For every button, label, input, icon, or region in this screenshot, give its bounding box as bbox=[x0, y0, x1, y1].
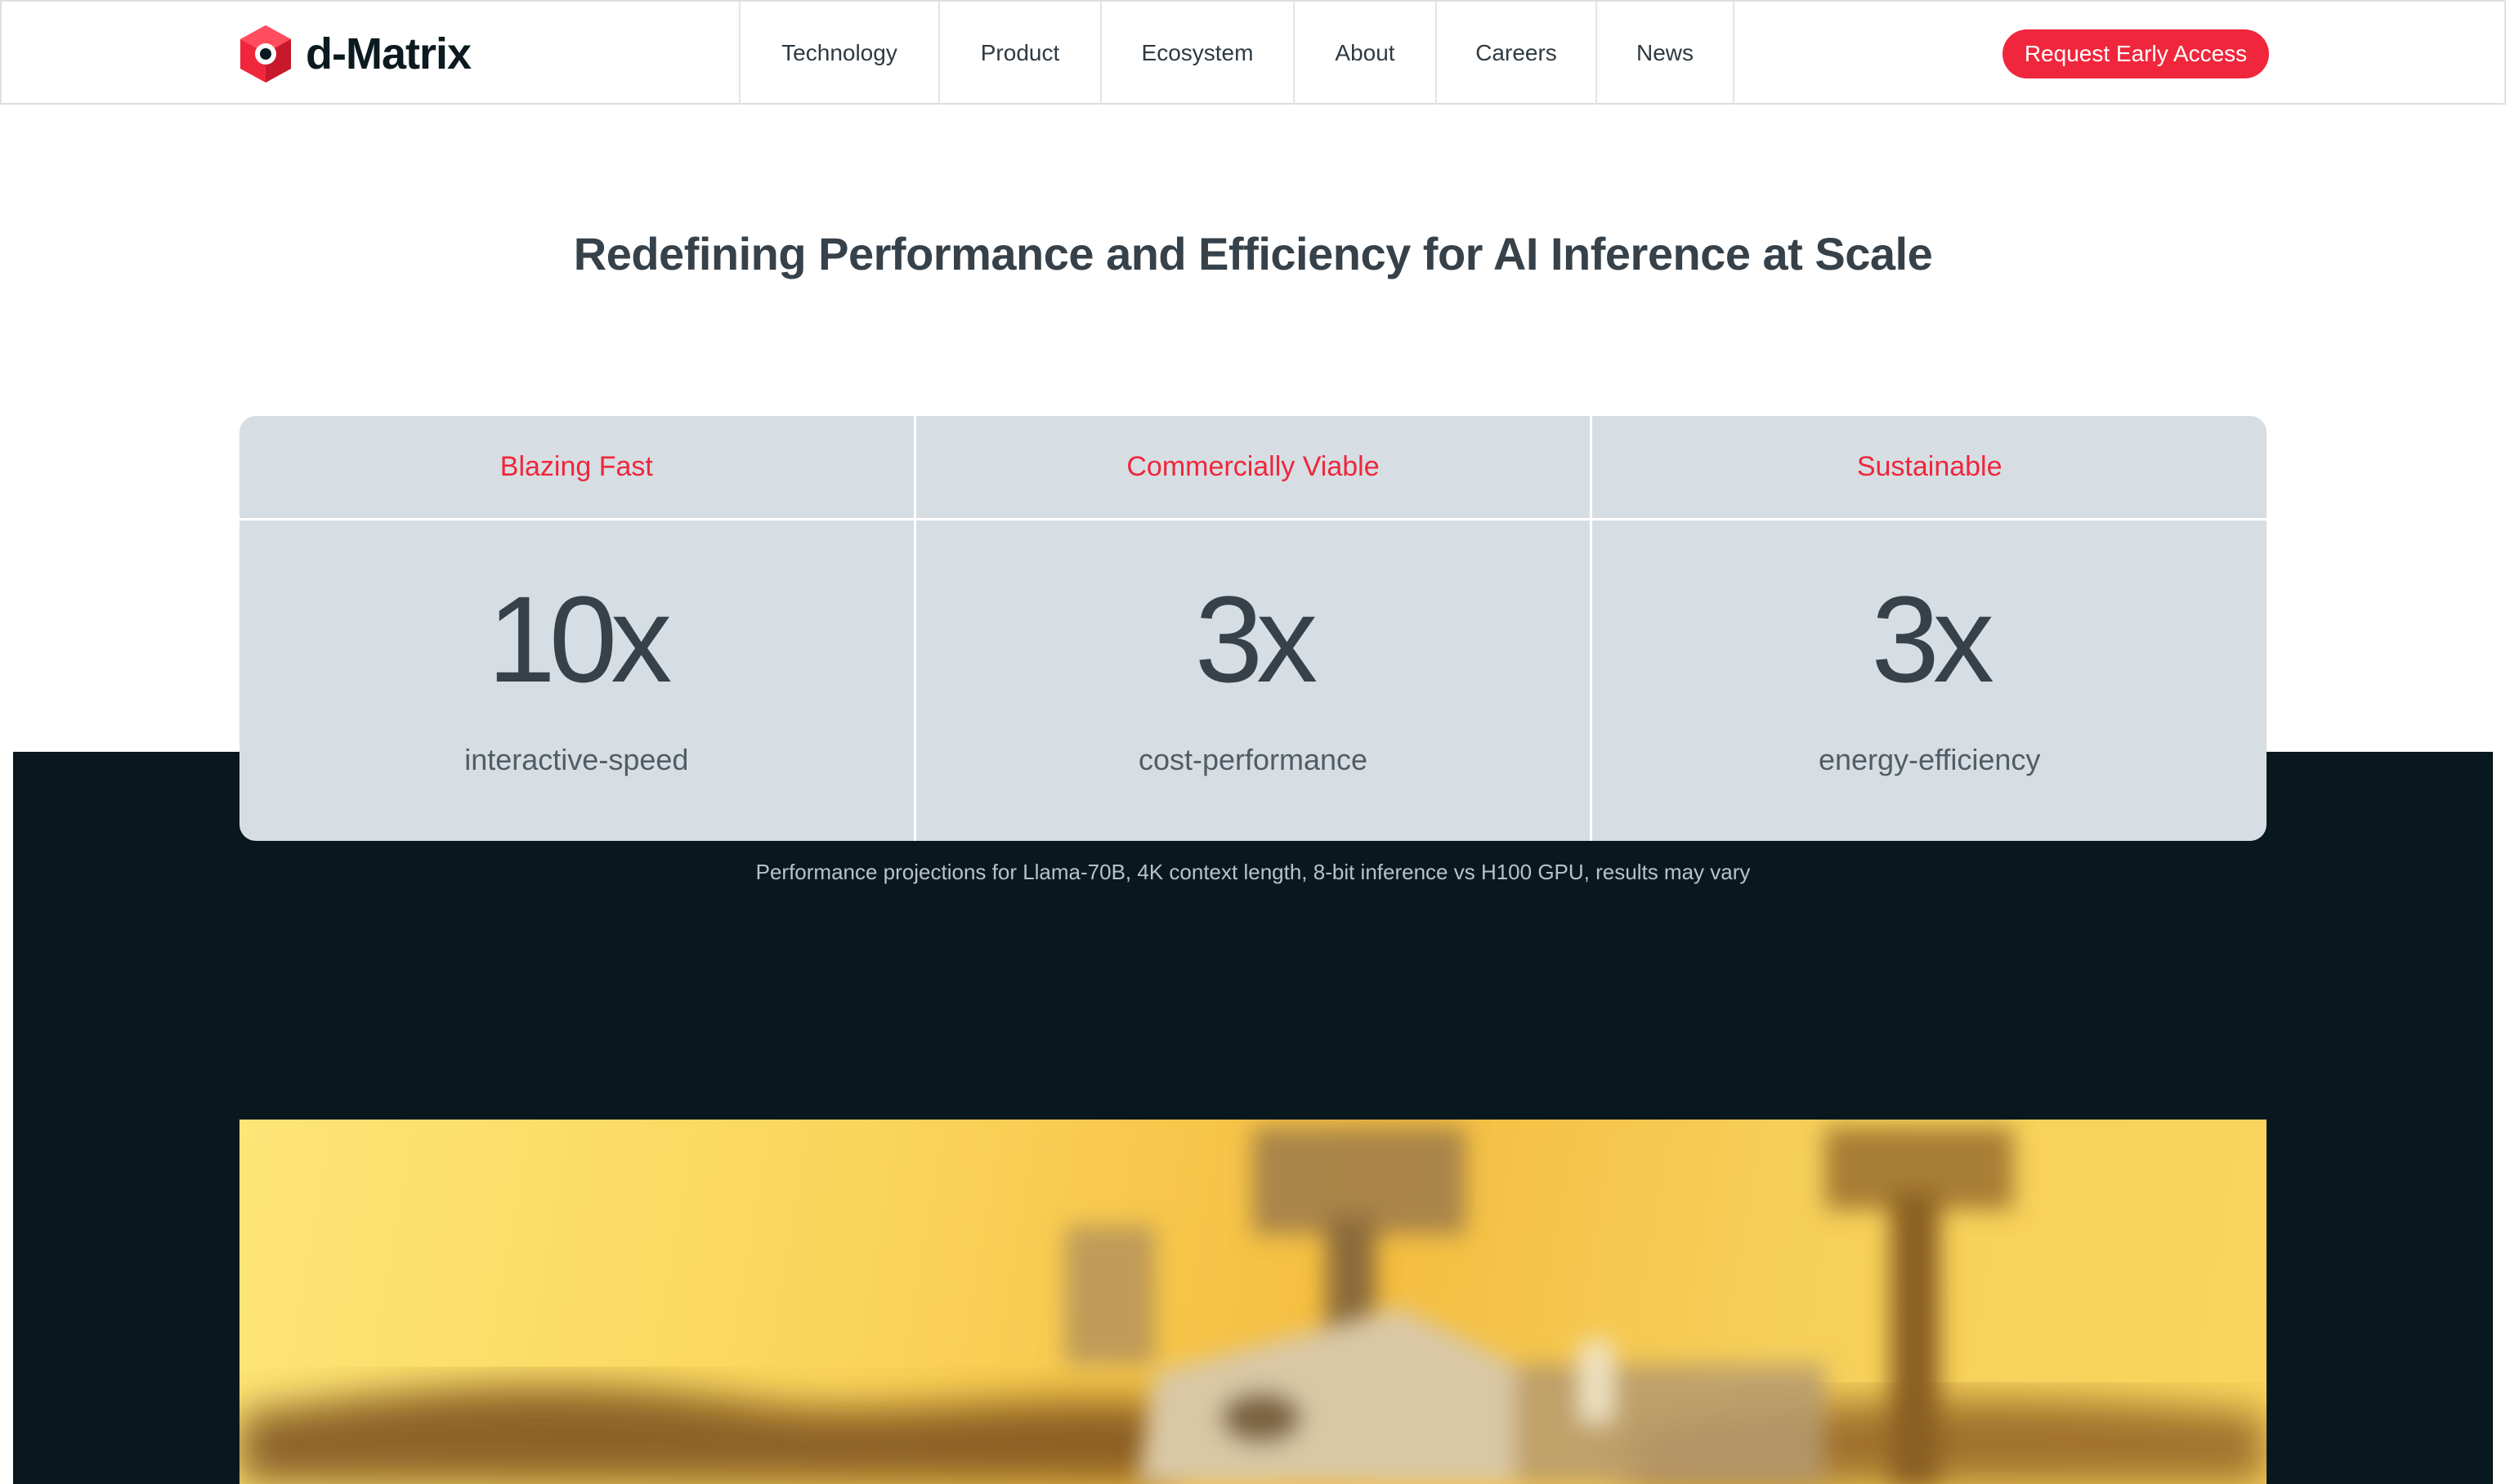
page-headline: Redefining Performance and Efficiency fo… bbox=[573, 228, 1933, 279]
request-early-access-button[interactable]: Request Early Access bbox=[2003, 29, 2269, 78]
stat-value: 3x bbox=[1871, 570, 1994, 708]
site-header: d-Matrix Technology Product Ecosystem Ab… bbox=[0, 0, 2506, 105]
brand-logo[interactable]: d-Matrix bbox=[239, 23, 472, 85]
main-nav: Technology Product Ecosystem About Caree… bbox=[739, 2, 1734, 105]
stat-heading: Sustainable bbox=[1592, 416, 2267, 521]
performance-footnote: Performance projections for Llama-70B, 4… bbox=[755, 860, 1751, 884]
stat-value: 10x bbox=[487, 570, 672, 708]
nav-about[interactable]: About bbox=[1293, 2, 1435, 105]
hero-illustration bbox=[239, 1128, 2267, 1484]
stat-heading: Commercially Viable bbox=[915, 416, 1591, 521]
stat-blazing-fast: Blazing Fast 10x interactive-speed bbox=[239, 416, 914, 841]
stats-card: Blazing Fast 10x interactive-speed Comme… bbox=[239, 416, 2267, 841]
stat-commercially-viable: Commercially Viable 3x cost-performance bbox=[913, 416, 1591, 841]
stat-sustainable: Sustainable 3x energy-efficiency bbox=[1590, 416, 2267, 841]
nav-product[interactable]: Product bbox=[938, 2, 1100, 105]
nav-technology[interactable]: Technology bbox=[739, 2, 938, 105]
stat-heading: Blazing Fast bbox=[239, 416, 914, 521]
hero-image bbox=[239, 1120, 2267, 1484]
stat-label: energy-efficiency bbox=[1818, 743, 2041, 776]
brand-name: d-Matrix bbox=[306, 29, 472, 78]
nav-careers[interactable]: Careers bbox=[1435, 2, 1595, 105]
d-matrix-logo-icon bbox=[240, 25, 291, 83]
stat-label: interactive-speed bbox=[464, 743, 689, 776]
nav-ecosystem[interactable]: Ecosystem bbox=[1100, 2, 1293, 105]
stat-value: 3x bbox=[1194, 570, 1318, 708]
nav-news[interactable]: News bbox=[1595, 2, 1734, 105]
stat-label: cost-performance bbox=[1138, 743, 1368, 776]
